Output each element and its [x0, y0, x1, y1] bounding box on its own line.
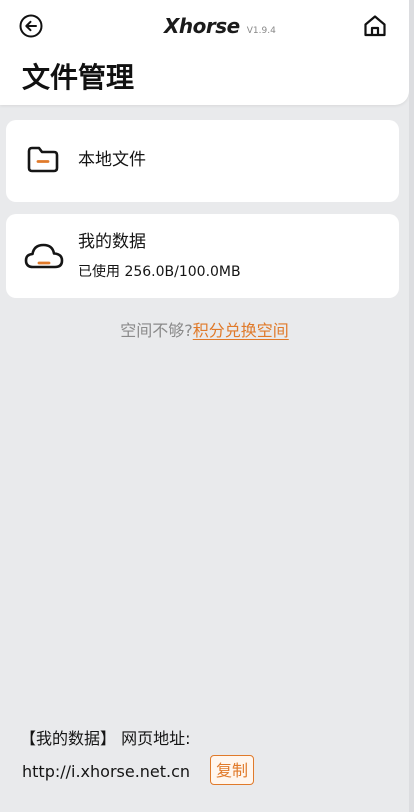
- local-files-card[interactable]: 本地文件: [6, 120, 399, 202]
- back-arrow-circle-icon[interactable]: [18, 13, 44, 39]
- space-prompt: 空间不够?积分兑换空间: [0, 320, 409, 342]
- edge-strip: [409, 0, 414, 812]
- local-files-label: 本地文件: [78, 150, 146, 170]
- brand: Xhorse V1.9.4: [164, 14, 276, 38]
- my-data-label: 我的数据: [78, 232, 146, 252]
- my-data-card[interactable]: 我的数据 已使用 256.0B/100.0MB: [6, 214, 399, 298]
- web-address-label: 【我的数据】 网页地址:: [20, 729, 191, 748]
- app-version: V1.9.4: [246, 26, 276, 36]
- page-title: 文件管理: [22, 61, 135, 94]
- space-question: 空间不够?: [120, 321, 193, 340]
- cloud-icon: [24, 243, 64, 269]
- exchange-space-link[interactable]: 积分兑换空间: [193, 321, 289, 340]
- brand-logo: Xhorse: [164, 14, 240, 38]
- copy-button[interactable]: 复制: [210, 755, 254, 785]
- folder-icon: [27, 146, 59, 173]
- web-address-url: http://i.xhorse.net.cn: [22, 762, 191, 781]
- app-header: Xhorse V1.9.4 文件管理: [0, 0, 409, 105]
- storage-usage: 已使用 256.0B/100.0MB: [78, 264, 241, 280]
- home-icon[interactable]: [361, 12, 389, 40]
